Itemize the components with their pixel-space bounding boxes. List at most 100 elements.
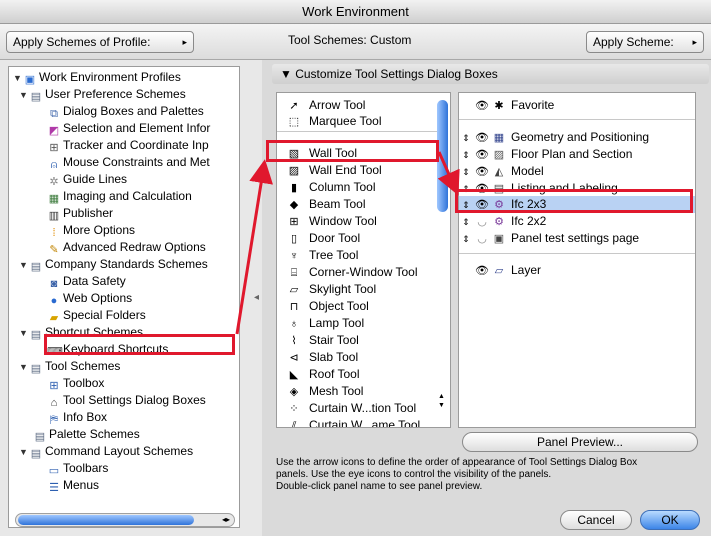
column-tool-icon: ▮ [290,182,298,194]
eye-icon[interactable]: 👁 [473,147,491,164]
tree-item-dialog-boxes[interactable]: ⧉ Dialog Boxes and Palettes [47,103,204,120]
tree-item-special-folders[interactable]: ▰ Special Folders [47,307,146,324]
list-item[interactable]: ➚ Arrow Tool [287,97,365,113]
tree-item-toolbars[interactable]: ▭ Toolbars [47,460,109,477]
tree-item-company-standards[interactable]: ▼ ▤ Company Standards Schemes [19,256,208,273]
tree-item-work-environment-profiles[interactable]: ▼ ▣ Work Environment Profiles [13,69,181,86]
pane-splitter-icon[interactable]: ◂ [254,292,259,303]
tree-item-user-preference-schemes[interactable]: ▼ ▤ User Preference Schemes [19,86,186,103]
object-tool-icon: ⊓ [289,301,299,313]
list-item[interactable]: ◆ Beam Tool [287,196,366,212]
tree-item-tool-schemes[interactable]: ▼ ▤ Tool Schemes [19,358,120,375]
tree-item-mouse-constraints[interactable]: ⍝ Mouse Constraints and Met [47,154,210,171]
list-item[interactable]: ⊞ Window Tool [287,213,376,229]
tree-item-info-box[interactable]: ⛿ Info Box [47,409,107,426]
skylight-tool-icon: ⏥ [289,284,299,296]
eye-closed-icon[interactable]: ◡ [473,214,491,231]
tree-item-tool-settings-dialog-boxes[interactable]: ⌂ Tool Settings Dialog Boxes [47,392,206,409]
scroll-arrows-icon[interactable]: ▲ ▼ [438,392,445,410]
reorder-icon[interactable]: ⇕ [459,214,473,231]
dialog-icon: ⧉ [50,108,58,120]
tree-item-data-safety[interactable]: ◙ Data Safety [47,273,126,290]
list-item[interactable]: ◈ Mesh Tool [287,383,364,399]
cancel-button[interactable]: Cancel [560,510,632,530]
tree-item-more-options[interactable]: ⁞ More Options [47,222,135,239]
curtain-frame-tool-icon: ⫽ [291,420,297,428]
eye-icon[interactable]: 👁 [473,263,491,280]
tree-item-guide-lines[interactable]: ✲ Guide Lines [47,171,127,188]
profiles-icon: ▣ [24,74,36,86]
list-item[interactable]: ⊲ Slab Tool [287,349,358,365]
list-item[interactable]: ⌇ Stair Tool [287,332,359,348]
reorder-icon[interactable]: ⇕ [459,164,473,181]
profiles-tree-panel: ▼ ▣ Work Environment Profiles ▼ ▤ User Prefe… [8,66,240,528]
tree-item-advanced-redraw[interactable]: ✎ Advanced Redraw Options [47,239,205,256]
popup-arrow-icon: ▸ [692,37,697,47]
panel-item-ifc-2x2[interactable]: ⇕ ◡ ⚙ Ifc 2x2 [459,213,695,230]
window-tool-icon: ⊞ [289,216,299,228]
disclosure-triangle-icon[interactable]: ▼ [13,70,23,87]
tree-item-selection-info[interactable]: ◩ Selection and Element Infor [47,120,211,137]
eye-icon[interactable]: 👁 [473,130,491,147]
disclosure-triangle-icon[interactable]: ▼ [280,67,295,81]
panel-preview-button[interactable]: Panel Preview... [462,432,698,452]
list-item[interactable]: ⌸ Corner-Window Tool [287,264,418,280]
list-item[interactable]: ▯ Door Tool [287,230,360,246]
eye-closed-icon[interactable]: ◡ [473,231,491,248]
apply-scheme-popup[interactable]: Apply Scheme: ▸ [586,31,704,53]
tree-item-command-layout[interactable]: ▼ ▤ Command Layout Schemes [19,443,193,460]
list-item[interactable]: ♆ Tree Tool [287,247,358,263]
panels-list[interactable]: 👁 ✱ Favorite ⇕ 👁 ▦ Geometry and Positioning ⇕… [458,92,696,428]
disclosure-triangle-icon[interactable]: ▼ [19,444,29,461]
reorder-icon[interactable]: ⇕ [459,147,473,164]
list-item[interactable]: ⬚ Marquee Tool [287,113,382,129]
tree-item-tracker[interactable]: ⊞ Tracker and Coordinate Inp [47,137,208,154]
list-item[interactable]: ⫽ Curtain W...ame Tool [287,417,421,428]
stair-tool-icon: ⌇ [291,335,297,347]
list-item[interactable]: ⁘ Curtain W...tion Tool [287,400,416,416]
ok-button[interactable]: OK [640,510,700,530]
toolbars-icon: ▭ [48,465,60,477]
ifc-icon: ⚙ [494,216,504,228]
scrollbar-thumb[interactable] [18,515,194,525]
list-item[interactable]: ♁ Lamp Tool [287,315,364,331]
tree-item-palette-schemes[interactable]: ▤ Palette Schemes [33,426,140,443]
panel-item-geometry[interactable]: ⇕ 👁 ▦ Geometry and Positioning [459,129,695,146]
scroll-arrows-icon[interactable]: ◂▸ [222,514,230,526]
corner-window-tool-icon: ⌸ [290,267,298,279]
panel-selection-highlight [455,189,693,213]
disclosure-triangle-icon[interactable]: ▼ [19,87,29,104]
list-item[interactable]: ⏥ Skylight Tool [287,281,376,297]
panel-item-layer[interactable]: 👁 ▱ Layer [459,262,695,279]
panel-item-model[interactable]: ⇕ 👁 ◭ Model [459,163,695,180]
mesh-tool-icon: ◈ [289,386,299,398]
disclosure-triangle-icon[interactable]: ▼ [19,359,29,376]
curtain-wall-tool-icon: ⁘ [289,403,299,415]
tree-item-publisher[interactable]: ▥ Publisher [47,205,113,222]
list-item[interactable]: ▮ Column Tool [287,179,376,195]
eye-icon[interactable]: 👁 [473,164,491,181]
apply-profile-popup[interactable]: Apply Schemes of Profile: ▸ [6,31,194,53]
tree-item-menus[interactable]: ☰ Menus [47,477,99,494]
disclosure-triangle-icon[interactable]: ▼ [19,257,29,274]
panel-item-panel-test[interactable]: ⇕ ◡ ▣ Panel test settings page [459,230,695,247]
favorite-icon: ✱ [494,100,504,112]
reorder-icon[interactable]: ⇕ [459,231,473,248]
list-item[interactable]: ◣ Roof Tool [287,366,360,382]
reorder-icon[interactable]: ⇕ [459,130,473,147]
selection-icon: ◩ [48,125,60,137]
panel-item-favorite[interactable]: 👁 ✱ Favorite [459,97,695,114]
tool-schemes-status: Tool Schemes: Custom [288,33,412,47]
disclosure-triangle-icon[interactable]: ▼ [19,325,29,342]
tree-horizontal-scrollbar[interactable]: ◂▸ [15,513,235,527]
tree-item-imaging[interactable]: ▦ Imaging and Calculation [47,188,192,205]
panel-item-floor-plan[interactable]: ⇕ 👁 ▨ Floor Plan and Section [459,146,695,163]
tree-item-web-options[interactable]: ● Web Options [47,290,132,307]
list-item[interactable]: ▨ Wall End Tool [287,162,382,178]
floor-plan-icon: ▨ [493,149,505,161]
section-header[interactable]: ▼ Customize Tool Settings Dialog Boxes [272,64,709,84]
eye-icon[interactable]: 👁 [473,98,491,115]
arrow-to-wall-tool [235,159,274,335]
list-item[interactable]: ⊓ Object Tool [287,298,369,314]
tree-item-toolbox[interactable]: ⊞ Toolbox [47,375,104,392]
